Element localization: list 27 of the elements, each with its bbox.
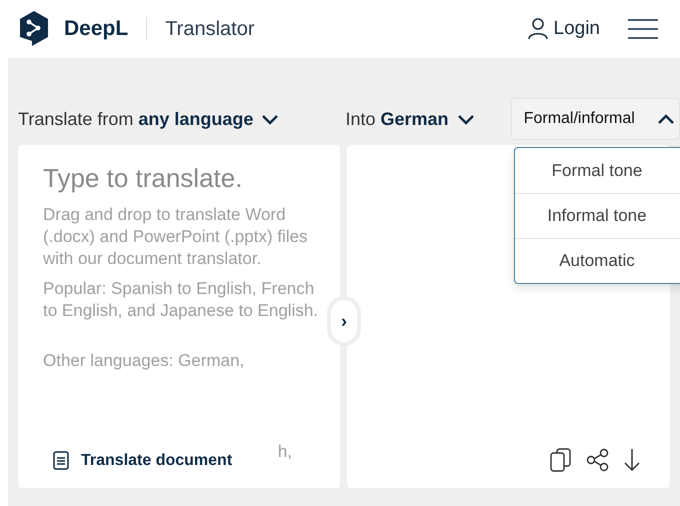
logo-icon [18,10,50,48]
target-language-selector[interactable]: Into German [345,108,511,130]
source-language-selector[interactable]: Translate from any language [18,108,346,130]
document-icon [53,451,69,470]
copy-icon [550,448,572,472]
arrow-down-icon [624,448,640,472]
menu-button[interactable] [628,19,658,39]
menu-icon [628,19,658,39]
formality-option[interactable]: Automatic [515,238,680,283]
formality-option[interactable]: Formal tone [515,148,680,193]
hint-text: h, [278,442,292,462]
product-name: Translator [165,18,256,40]
hint-text: Other languages: German, [43,350,246,372]
login-button[interactable]: Login [528,18,600,40]
share-button[interactable] [586,448,610,472]
chevron-down-icon [456,114,475,124]
brand-name: DeepL [64,17,128,41]
formality-dropdown[interactable]: Formal/informal [510,98,680,140]
copy-button[interactable] [550,448,572,472]
translate-document-button[interactable]: Translate document [43,451,232,470]
hint-text: Popular: Spanish to English, French to English, and Japanese to English. [43,278,320,322]
hint-text: Drag and drop to translate Word (.docx) and PowerPoint (.pptx) files with our document translator. [43,204,309,270]
chevron-down-icon [261,114,280,124]
share-icon [586,448,610,472]
formality-option[interactable]: Informal tone [515,193,680,238]
user-icon [528,18,548,40]
download-button[interactable] [624,448,640,472]
